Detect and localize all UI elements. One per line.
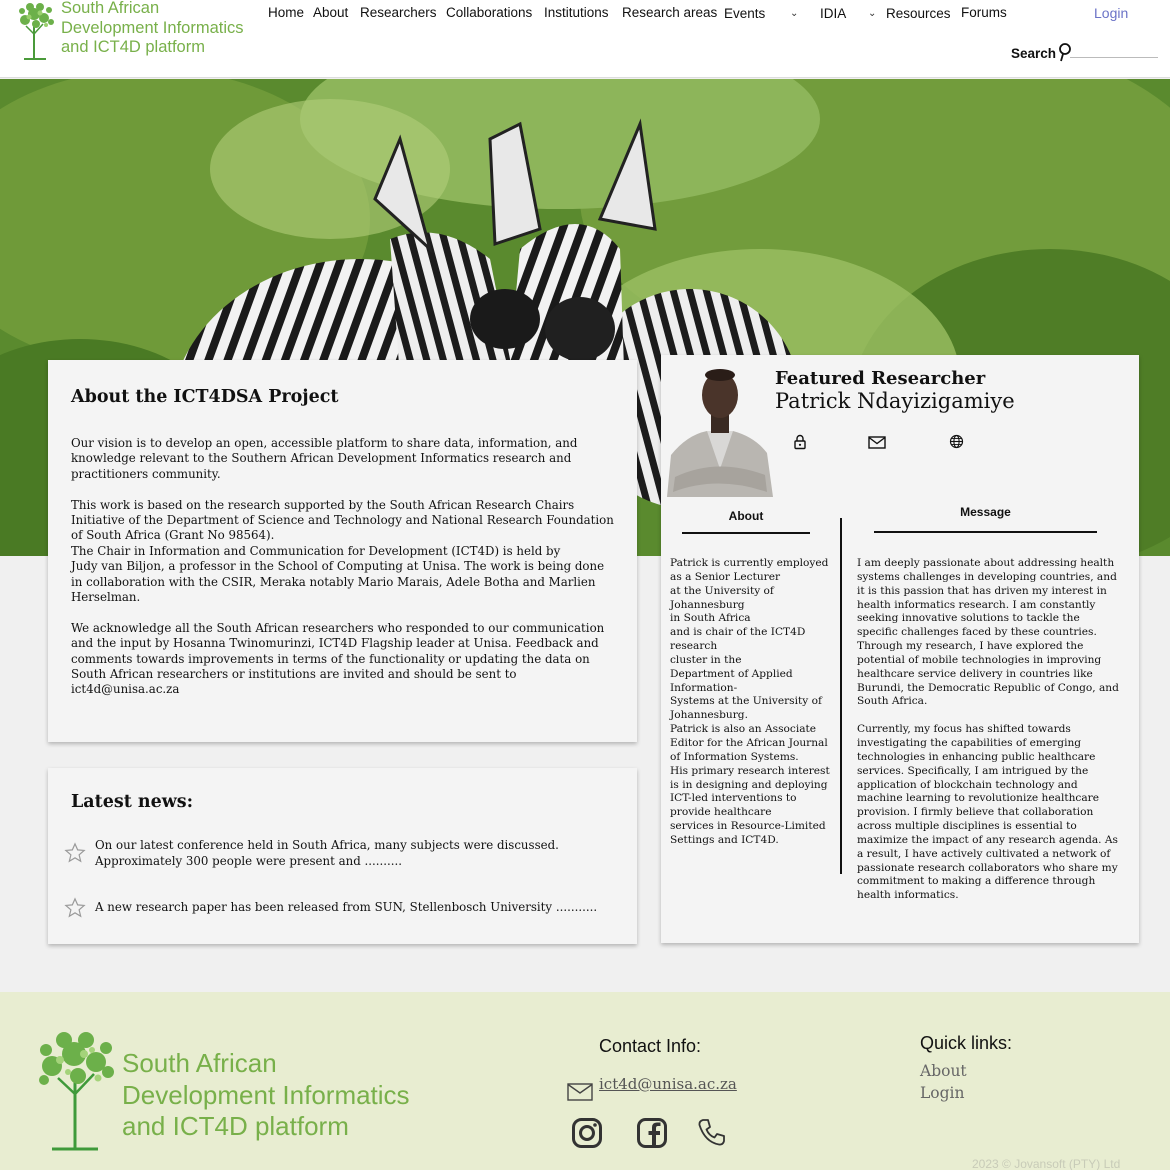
- logo-line: Development Informatics: [61, 18, 244, 37]
- nav-idia[interactable]: IDIA: [820, 6, 846, 21]
- about-project-card: About the ICT4DSA Project Our vision is …: [48, 360, 637, 742]
- tab-message[interactable]: Message: [874, 505, 1097, 519]
- quick-links-title: Quick links:: [920, 1033, 1013, 1053]
- footer-logo-text: South African Development Informatics an…: [122, 1048, 410, 1143]
- about-body: Our vision is to develop an open, access…: [71, 436, 621, 698]
- about-paragraph: We acknowledge all the South African res…: [71, 620, 605, 697]
- news-item-text[interactable]: A new research paper has been released f…: [95, 900, 597, 916]
- mail-icon[interactable]: [868, 436, 886, 449]
- footer-logo-line: and ICT4D platform: [122, 1111, 349, 1141]
- nav-forums[interactable]: Forums: [961, 5, 1007, 20]
- copyright-text: 2023 © Jovansoft (PTY) Ltd: [972, 1157, 1121, 1170]
- globe-icon[interactable]: [949, 434, 964, 449]
- chevron-down-icon[interactable]: ⌄: [790, 8, 798, 19]
- nav-researchers[interactable]: Researchers: [360, 5, 437, 20]
- contact-title: Contact Info:: [599, 1036, 702, 1056]
- phone-icon[interactable]: [697, 1117, 727, 1147]
- news-title: Latest news:: [71, 792, 194, 812]
- tab-message-underline: [874, 531, 1097, 533]
- nav-institutions[interactable]: Institutions: [544, 5, 609, 20]
- star-icon[interactable]: [64, 842, 86, 864]
- logo-line: South African: [61, 0, 160, 17]
- footer-logo-line: Development Informatics: [122, 1079, 410, 1110]
- nav-collaborations[interactable]: Collaborations: [446, 5, 532, 20]
- logo-line: and ICT4D platform: [61, 38, 205, 56]
- site-footer: South African Development Informatics an…: [0, 992, 1170, 1170]
- nav-events[interactable]: Events: [724, 6, 765, 21]
- about-paragraph: This work is based on the research suppo…: [71, 497, 614, 605]
- nav-resources[interactable]: Resources: [886, 6, 951, 21]
- featured-heading: Featured Researcher: [775, 368, 986, 389]
- lock-icon[interactable]: [793, 434, 807, 450]
- search-label: Search: [1011, 46, 1057, 61]
- researcher-message-text: I am deeply passionate about addressing …: [857, 557, 1119, 902]
- column-divider: [840, 518, 842, 874]
- nav-home[interactable]: Home: [268, 5, 304, 20]
- nav-about[interactable]: About: [313, 5, 348, 20]
- researcher-about-text: Patrick is currently employed as a Senio…: [670, 557, 830, 846]
- facebook-icon[interactable]: [636, 1117, 668, 1149]
- news-item-text[interactable]: On our latest conference held in South A…: [95, 838, 559, 869]
- researcher-portrait-image: [667, 357, 773, 497]
- star-icon[interactable]: [64, 897, 86, 919]
- login-link[interactable]: Login: [1094, 5, 1128, 21]
- mail-icon[interactable]: [567, 1083, 593, 1101]
- about-paragraph: Our vision is to develop an open, access…: [71, 436, 578, 481]
- latest-news-card: Latest news: On our latest conference he…: [48, 768, 637, 944]
- tab-about-underline: [682, 532, 810, 534]
- footer-tree-logo-icon: [39, 1032, 114, 1151]
- quick-link-about[interactable]: About: [920, 1062, 967, 1080]
- site-logo[interactable]: South African Development Informatics an…: [16, 0, 266, 62]
- site-header: South African Development Informatics an…: [0, 0, 1170, 78]
- researcher-photo: [667, 357, 773, 497]
- featured-researcher-card: Featured Researcher Patrick Ndayizigamiy…: [661, 355, 1139, 943]
- contact-email-link[interactable]: ict4d@unisa.ac.za: [599, 1075, 737, 1093]
- tree-logo-icon: [19, 3, 54, 60]
- footer-logo-line: South African: [122, 1048, 277, 1078]
- logo-text: South African Development Informatics an…: [61, 0, 244, 58]
- chevron-down-icon[interactable]: ⌄: [868, 8, 876, 19]
- nav-research-areas[interactable]: Research areas: [622, 5, 717, 20]
- about-title: About the ICT4DSA Project: [71, 387, 339, 407]
- quick-link-login[interactable]: Login: [920, 1084, 965, 1102]
- researcher-name: Patrick Ndayizigamiye: [775, 389, 1015, 413]
- instagram-icon[interactable]: [571, 1117, 603, 1149]
- tab-about[interactable]: About: [682, 509, 810, 523]
- search-input[interactable]: [1070, 44, 1158, 58]
